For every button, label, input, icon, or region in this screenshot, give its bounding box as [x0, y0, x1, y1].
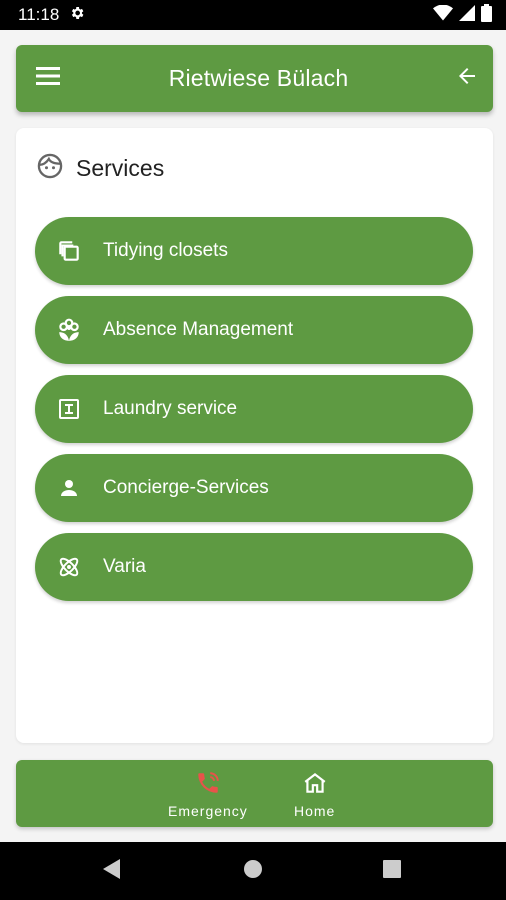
home-label: Home	[294, 803, 336, 819]
service-concierge-button[interactable]: Concierge-Services	[35, 454, 473, 522]
text-box-icon	[55, 395, 83, 423]
service-label: Absence Management	[103, 319, 294, 340]
person-icon	[55, 474, 83, 502]
service-absence-management-button[interactable]: Absence Management	[35, 296, 473, 364]
card-header: Services	[36, 152, 164, 185]
status-bar: 11:18	[0, 0, 506, 30]
wifi-icon	[433, 4, 453, 26]
emergency-nav-button[interactable]: Emergency	[168, 770, 248, 819]
menu-icon[interactable]	[36, 66, 62, 91]
system-home-button[interactable]	[223, 842, 283, 900]
system-recents-button[interactable]	[362, 842, 422, 900]
system-back-button[interactable]	[82, 842, 142, 900]
system-nav-bar	[0, 842, 506, 900]
service-varia-button[interactable]: Varia	[35, 533, 473, 601]
app-title: Rietwiese Bülach	[168, 65, 349, 91]
service-label: Laundry service	[103, 398, 238, 419]
triangle-back-icon	[102, 858, 122, 885]
face-icon	[36, 152, 64, 185]
home-icon	[302, 770, 328, 799]
home-nav-button[interactable]: Home	[294, 770, 335, 819]
flower-icon	[55, 316, 83, 344]
bottom-nav: Emergency Home	[16, 760, 493, 827]
settings-gear-icon	[69, 5, 85, 26]
card-heading: Services	[76, 155, 165, 181]
services-list: Tidying closets Absence Management Laund…	[35, 217, 473, 612]
service-label: Tidying closets	[103, 240, 228, 261]
service-laundry-button[interactable]: Laundry service	[35, 375, 473, 443]
service-label: Concierge-Services	[103, 477, 269, 498]
circle-home-icon	[243, 859, 263, 884]
back-arrow-icon[interactable]	[455, 64, 479, 93]
status-time: 11:18	[18, 5, 60, 24]
app-bar: Rietwiese Bülach	[16, 45, 493, 112]
square-recents-icon	[383, 859, 401, 883]
services-card: Services Tidying closets Absence Managem…	[16, 128, 493, 743]
battery-icon	[481, 3, 492, 27]
atom-icon	[55, 553, 83, 581]
phone-icon	[195, 770, 221, 799]
service-tidying-closets-button[interactable]: Tidying closets	[35, 217, 473, 285]
copy-icon	[55, 237, 83, 265]
service-label: Varia	[103, 556, 146, 577]
cell-signal-icon	[459, 4, 475, 26]
emergency-label: Emergency	[168, 803, 248, 819]
